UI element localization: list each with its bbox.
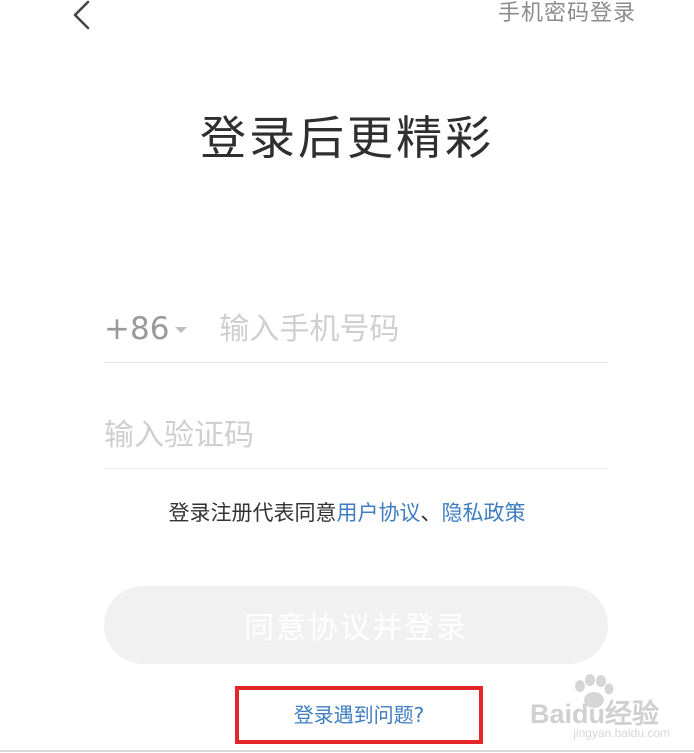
phone-input[interactable]	[219, 311, 580, 347]
chevron-left-icon	[73, 0, 90, 30]
user-agreement-link[interactable]: 用户协议	[337, 501, 421, 525]
country-code-label: +86	[104, 311, 170, 347]
phone-row: +86	[104, 296, 608, 363]
code-row	[104, 402, 608, 469]
country-code-selector[interactable]: +86	[104, 311, 188, 347]
back-button[interactable]	[66, 0, 102, 34]
page-title: 登录后更精彩	[200, 111, 494, 165]
agreement-text: 登录注册代表同意用户协议、隐私政策	[0, 498, 694, 528]
login-help-link[interactable]: 登录遇到问题?	[235, 700, 483, 730]
agreement-separator: 、	[420, 501, 442, 525]
password-login-link[interactable]: 手机密码登录	[498, 0, 636, 28]
agree-and-login-button[interactable]: 同意协议并登录	[104, 586, 608, 664]
caret-down-icon	[175, 327, 188, 333]
privacy-policy-link[interactable]: 隐私政策	[442, 501, 526, 525]
agreement-prefix: 登录注册代表同意	[168, 501, 337, 525]
watermark-url: jingyan.baidu.com	[573, 726, 670, 740]
verification-code-input[interactable]	[104, 417, 584, 453]
bottom-divider	[0, 750, 694, 752]
baidu-jingyan-watermark: Baidu经验 jingyan.baidu.com	[530, 674, 680, 742]
